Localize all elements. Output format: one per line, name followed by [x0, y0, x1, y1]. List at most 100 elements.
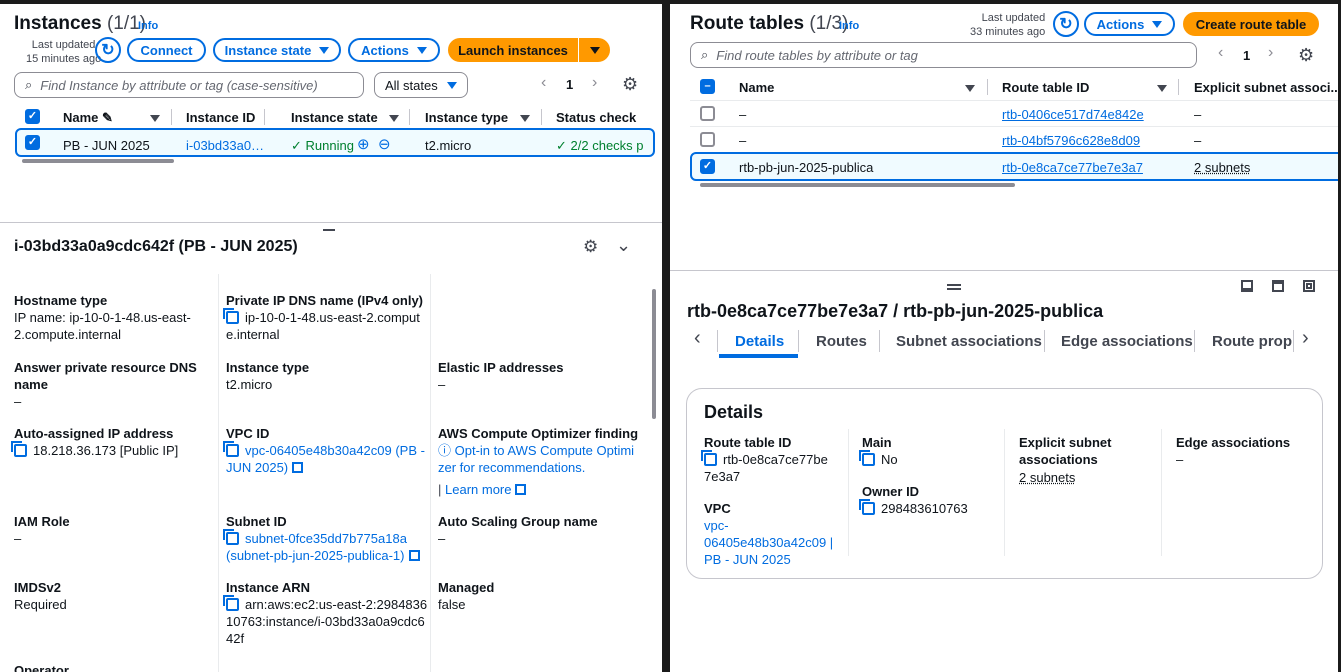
col-status-check[interactable]: Status check	[556, 110, 636, 125]
route-tables-title: Route tables (1/3)	[690, 13, 849, 34]
prev-page-icon[interactable]: ‹	[541, 74, 546, 92]
optimizer-link[interactable]: ⓘ Opt-in to AWS Compute Optimi zer for re…	[438, 442, 634, 476]
resize-handle[interactable]	[947, 284, 961, 286]
instances-last-updated: Last updated 15 minutes ago	[26, 39, 102, 65]
status-check-value: ✓ 2/2 checks p	[556, 138, 644, 153]
rt-row-id-link[interactable]: rtb-0e8ca7ce77be7e3a7	[1002, 160, 1143, 175]
row-checkbox[interactable]	[700, 132, 715, 147]
instance-name: PB - JUN 2025	[63, 138, 150, 153]
external-link-icon	[408, 550, 420, 561]
col-instance-type[interactable]: Instance type	[425, 110, 508, 125]
state-filter-select[interactable]: All states	[374, 72, 468, 98]
rt-col-assoc[interactable]: Explicit subnet associ...	[1194, 80, 1338, 95]
copy-icon[interactable]	[11, 441, 27, 457]
split-side-icon[interactable]	[1272, 280, 1284, 292]
external-link-icon	[515, 484, 527, 495]
row-checkbox[interactable]: ✓	[700, 159, 715, 174]
sort-icon[interactable]	[150, 115, 160, 122]
maximize-icon[interactable]	[1303, 280, 1315, 292]
sort-icon[interactable]	[965, 85, 975, 92]
copy-icon[interactable]	[859, 450, 875, 466]
sort-icon[interactable]	[1157, 85, 1167, 92]
tab-routes[interactable]: Routes	[816, 333, 867, 350]
row-checkbox[interactable]	[700, 106, 715, 121]
connect-button[interactable]: Connect	[127, 38, 206, 62]
tabs-next-icon[interactable]: ›	[1302, 327, 1309, 350]
iam-role-value: –	[14, 531, 22, 546]
zoom-out-icon[interactable]: ⊖	[378, 135, 391, 153]
sort-icon[interactable]	[389, 115, 399, 122]
copy-icon[interactable]	[701, 450, 717, 466]
copy-icon[interactable]	[223, 308, 239, 324]
copy-icon[interactable]	[223, 595, 239, 611]
page-number[interactable]: 1	[566, 77, 573, 92]
next-page-icon[interactable]: ›	[592, 74, 597, 92]
collapse-chevron-icon[interactable]: ⌄	[616, 235, 631, 256]
col-name[interactable]: Name ✎	[63, 110, 113, 126]
tab-edge-associations[interactable]: Edge associations	[1061, 333, 1193, 350]
caret-down-icon	[319, 46, 330, 54]
rt-page-number[interactable]: 1	[1243, 48, 1250, 63]
launch-dropdown-button[interactable]	[579, 38, 610, 62]
asg-value: –	[438, 531, 446, 546]
create-route-table-button[interactable]: Create route table	[1183, 12, 1319, 36]
rt-col-id[interactable]: Route table ID	[1002, 80, 1089, 95]
row-checkbox[interactable]: ✓	[25, 135, 40, 150]
settings-gear-icon[interactable]: ⚙	[1298, 45, 1314, 66]
rt-col-name[interactable]: Name	[739, 80, 774, 95]
select-all-checkbox[interactable]: ✓	[25, 109, 40, 124]
hostname-label: Hostname type	[14, 293, 108, 308]
rt-row-assoc[interactable]: 2 subnets	[1194, 160, 1250, 175]
prev-page-icon[interactable]: ‹	[1218, 44, 1223, 62]
instances-pane: Instances (1/1) Info Last updated 15 minu…	[0, 4, 662, 672]
rt-vpc-label: VPC	[704, 501, 731, 516]
split-bottom-icon[interactable]	[1241, 280, 1253, 292]
refresh-icon[interactable]: ↻	[1053, 11, 1079, 37]
main-label: Main	[862, 435, 892, 450]
copy-icon[interactable]	[223, 529, 239, 545]
instance-search-input[interactable]: ⌕ Find Instance by attribute or tag (case…	[14, 72, 364, 98]
copy-icon[interactable]	[223, 441, 239, 457]
tab-subnet-associations[interactable]: Subnet associations	[896, 333, 1042, 350]
tab-route-propagation[interactable]: Route propa	[1212, 333, 1292, 350]
owner-id-value: 298483610763	[859, 499, 968, 517]
horizontal-scrollbar[interactable]	[700, 183, 1015, 187]
copy-icon[interactable]	[859, 499, 875, 515]
rt-row-id-link[interactable]: rtb-0406ce517d74e842e	[1002, 107, 1144, 122]
rt-row-id-link[interactable]: rtb-04bf5796c628e8d09	[1002, 133, 1140, 148]
subnet-id-link[interactable]: subnet-0fce35dd7b775a18a (subnet-pb-jun-2…	[223, 529, 420, 564]
route-tables-info-link[interactable]: Info	[839, 20, 859, 32]
vpc-id-label: VPC ID	[226, 426, 270, 441]
vpc-id-link[interactable]: vpc-06405e48b30a42c09 (PB - JUN 2025)	[223, 441, 425, 476]
rt-actions-button[interactable]: Actions	[1084, 12, 1175, 36]
resize-handle[interactable]	[323, 229, 335, 231]
col-instance-id[interactable]: Instance ID	[186, 110, 255, 125]
elastic-ip-label: Elastic IP addresses	[438, 360, 564, 375]
settings-gear-icon[interactable]: ⚙	[622, 74, 638, 95]
sort-icon[interactable]	[520, 115, 530, 122]
auto-ip-value: 18.218.36.173 [Public IP]	[11, 441, 178, 459]
tabs-prev-icon[interactable]: ‹	[694, 327, 701, 350]
instances-info-link[interactable]: Info	[138, 20, 158, 32]
refresh-icon[interactable]: ↻	[95, 37, 121, 63]
vertical-scrollbar[interactable]	[652, 289, 656, 419]
instance-state-button[interactable]: Instance state	[213, 38, 341, 62]
auto-ip-label: Auto-assigned IP address	[14, 426, 174, 441]
explicit-assoc-value[interactable]: 2 subnets	[1019, 469, 1075, 486]
next-page-icon[interactable]: ›	[1268, 44, 1273, 62]
instance-id-link[interactable]: i-03bd33a0…	[186, 138, 264, 153]
zoom-in-icon[interactable]: ⊕	[357, 135, 370, 153]
col-instance-state[interactable]: Instance state	[291, 110, 378, 125]
route-table-search-input[interactable]: ⌕ Find route tables by attribute or tag	[690, 42, 1197, 68]
route-tables-pane: Route tables (1/3) Info Last updated 33 m…	[670, 4, 1338, 672]
horizontal-scrollbar[interactable]	[22, 159, 174, 163]
tab-details[interactable]: Details	[735, 333, 784, 350]
preferences-gear-icon[interactable]: ⚙	[583, 237, 598, 257]
rt-vpc-link[interactable]: vpc- 06405e48b30a42c09 | PB - JUN 2025	[704, 517, 833, 568]
learn-more-link[interactable]: | Learn more	[438, 481, 527, 498]
actions-button[interactable]: Actions	[348, 38, 440, 62]
answer-dns-label: Answer private resource DNS name	[14, 360, 197, 392]
private-dns-value: ip-10-0-1-48.us-east-2.comput e.internal	[223, 308, 420, 342]
rt-select-all-checkbox[interactable]: –	[700, 79, 715, 94]
launch-instances-button[interactable]: Launch instances	[448, 38, 578, 62]
